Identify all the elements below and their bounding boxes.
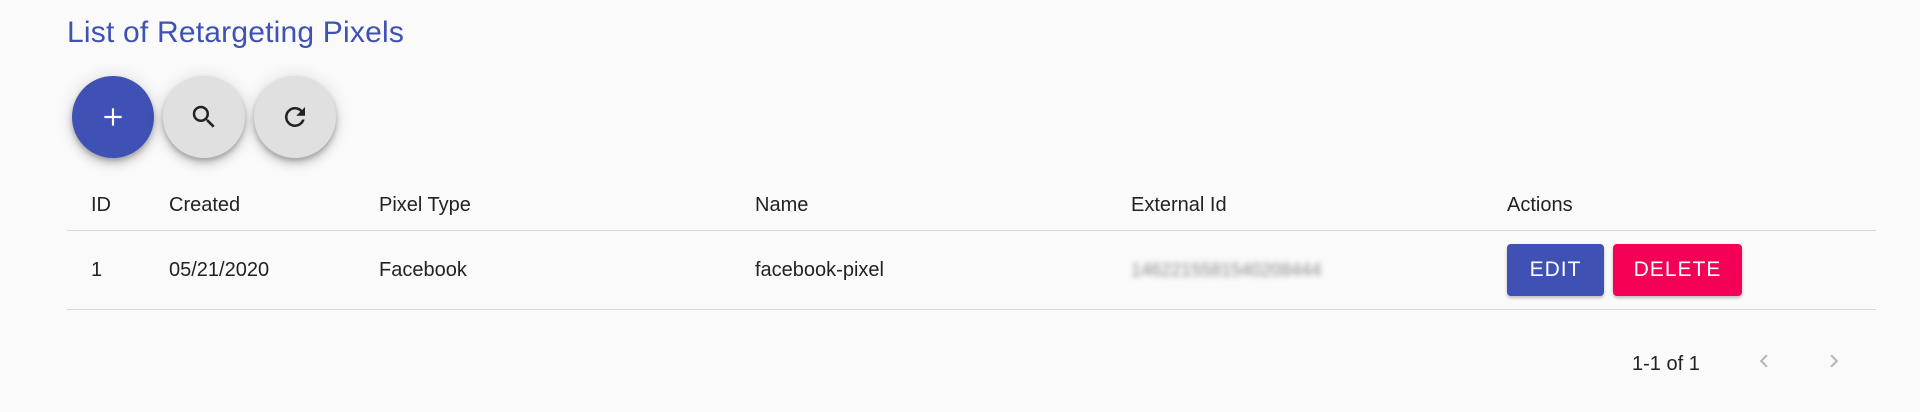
pixels-table: ID Created Pixel Type Name External Id A… [67, 180, 1876, 310]
table-header-row: ID Created Pixel Type Name External Id A… [67, 180, 1876, 231]
column-header-id: ID [91, 193, 111, 216]
cell-actions: EDIT DELETE [1507, 244, 1876, 296]
chevron-left-icon [1751, 348, 1777, 380]
toolbar [72, 76, 336, 158]
column-header-actions: Actions [1507, 193, 1573, 216]
search-icon [189, 102, 219, 132]
delete-button[interactable]: DELETE [1613, 244, 1742, 296]
cell-id: 1 [91, 258, 103, 281]
cell-created: 05/21/2020 [169, 258, 270, 281]
pagination-range: 1-1 of 1 [1632, 352, 1700, 375]
page-title: List of Retargeting Pixels [67, 16, 405, 49]
plus-icon [100, 104, 126, 130]
cell-external-id: 1462215581540208444 [1131, 259, 1507, 282]
next-page-button[interactable] [1816, 346, 1852, 382]
previous-page-button[interactable] [1746, 346, 1782, 382]
table-row: 1 05/21/2020 Facebook facebook-pixel 146… [67, 231, 1876, 310]
cell-name: facebook-pixel [755, 258, 884, 281]
refresh-icon [280, 102, 310, 132]
external-id-blurred-value: 1462215581540208444 [1131, 259, 1322, 280]
column-header-external-id: External Id [1131, 193, 1227, 216]
edit-button[interactable]: EDIT [1507, 244, 1604, 296]
cell-pixel-type: Facebook [379, 258, 467, 281]
column-header-created: Created [169, 193, 241, 216]
refresh-button[interactable] [254, 76, 336, 158]
pagination: 1-1 of 1 [1632, 346, 1852, 382]
page: List of Retargeting Pixels ID Created Pi… [0, 0, 1920, 412]
column-header-pixel-type: Pixel Type [379, 193, 471, 216]
search-button[interactable] [163, 76, 245, 158]
column-header-name: Name [755, 193, 809, 216]
chevron-right-icon [1821, 348, 1847, 380]
add-button[interactable] [72, 76, 154, 158]
